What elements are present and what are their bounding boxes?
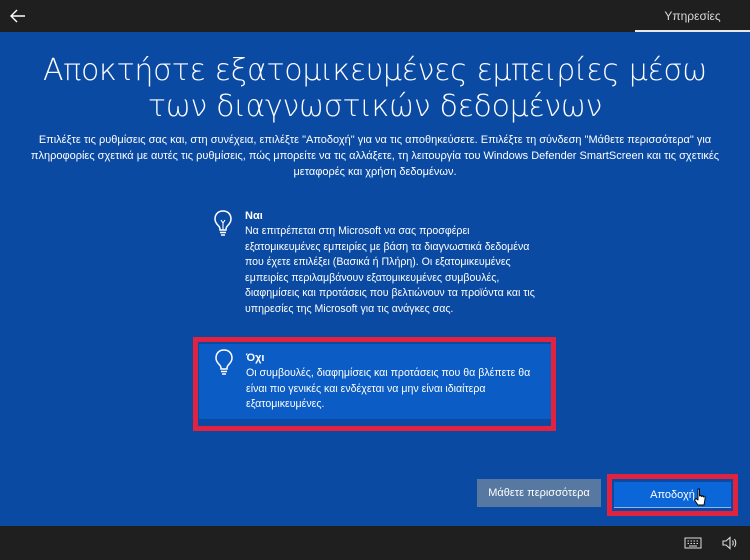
option-no[interactable]: Όχι Οι συμβουλές, διαφημίσεις και προτάσ… [199,344,551,419]
main-panel: Αποκτήστε εξατομικευμένες εμπειρίες μέσω… [0,32,750,526]
bottom-bar [0,526,750,560]
option-no-text: Όχι Οι συμβουλές, διαφημίσεις και προτάσ… [246,351,546,413]
option-yes-text: Ναι Να επιτρέπεται στη Microsoft να σας … [245,209,545,318]
page-title-line-1: Αποκτήστε εξατομικευμένες εμπειρίες μέσω [43,53,707,88]
option-no-title: Όχι [246,352,265,364]
back-button[interactable] [6,4,30,28]
top-bar: Υπηρεσίες [0,0,750,32]
learn-more-button[interactable]: Μάθετε περισσότερα [477,479,601,507]
option-yes-body: Να επιτρέπεται στη Microsoft να σας προσ… [245,225,535,315]
option-no-body: Οι συμβουλές, διαφημίσεις και προτάσεις … [246,367,531,411]
lightbulb-outline-icon [215,349,233,375]
page-title-line-2: των διαγνωστικών δεδομένων [147,89,603,124]
volume-icon[interactable] [721,535,739,551]
option-yes[interactable]: Ναι Να επιτρέπεται στη Microsoft να σας … [199,205,551,337]
option-yes-title: Ναι [245,210,263,222]
lightbulb-icon [214,210,232,236]
back-arrow-icon [10,9,25,23]
page-title: Αποκτήστε εξατομικευμένες εμπειρίες μέσω… [20,53,730,125]
keyboard-icon[interactable] [684,536,702,550]
section-label-services: Υπηρεσίες [664,9,721,23]
accept-button[interactable]: Αποδοχή [614,482,731,508]
page-description: Επιλέξτε τις ρυθμίσεις σας και, στη συνέ… [30,134,720,178]
